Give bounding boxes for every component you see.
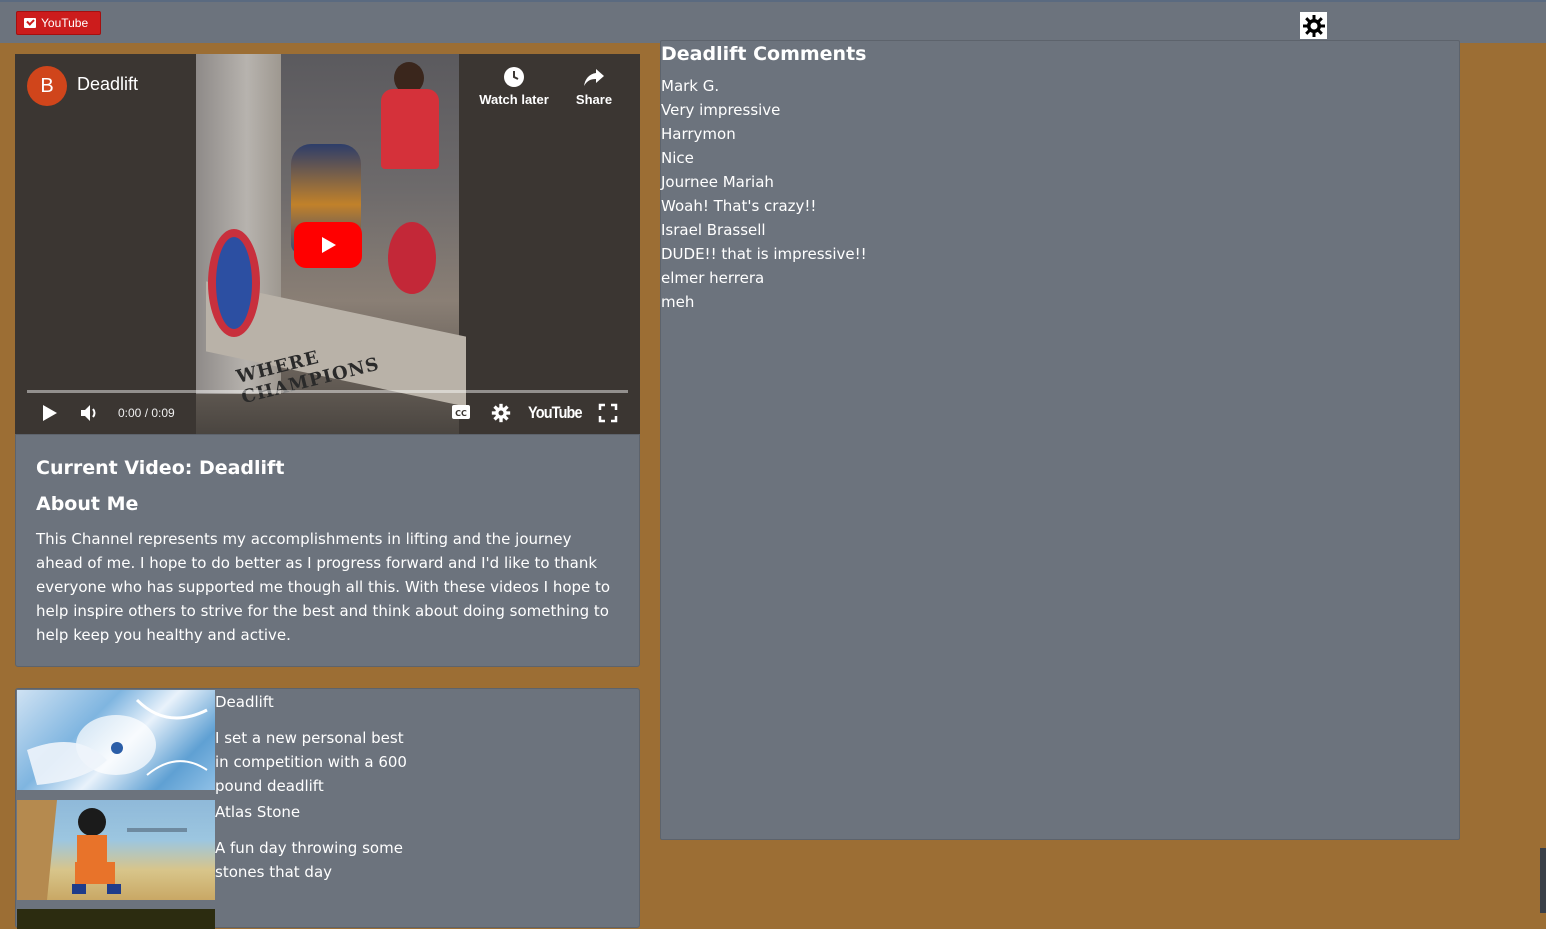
channel-avatar[interactable]: B [27, 66, 67, 106]
progress-bar[interactable] [27, 390, 628, 393]
share-label: Share [575, 92, 613, 107]
playlist-thumbnail[interactable] [17, 800, 215, 900]
current-video-title: Current Video: Deadlift [36, 457, 285, 479]
weight-plate-right [388, 222, 436, 294]
clock-icon [504, 67, 524, 87]
player-settings-button[interactable] [491, 403, 511, 427]
svg-text:CC: CC [455, 409, 467, 418]
captions-button[interactable]: CC [451, 403, 471, 425]
play-button[interactable] [41, 403, 59, 427]
playlist-item-title[interactable]: Deadlift [215, 693, 274, 711]
gear-icon [491, 403, 511, 423]
watch-later-button[interactable]: Watch later [474, 66, 554, 107]
volume-icon [81, 405, 96, 421]
character-graphic [17, 800, 187, 900]
checkbox-icon [24, 18, 36, 28]
scrollbar[interactable] [1540, 848, 1546, 913]
comment-author: Israel Brassell [661, 221, 766, 239]
comment-text: DUDE!! that is impressive!! [661, 245, 867, 263]
about-text: This Channel represents my accomplishmen… [36, 530, 611, 644]
video-info-panel: Current Video: Deadlift About Me This Ch… [15, 434, 640, 667]
fullscreen-icon [598, 403, 618, 423]
play-icon [322, 237, 336, 253]
play-icon [43, 405, 57, 421]
playlist-thumbnail[interactable] [17, 690, 215, 790]
video-playlist: Deadlift I set a new personal best in co… [15, 688, 640, 929]
share-icon [584, 69, 604, 86]
volume-button[interactable] [79, 403, 101, 427]
comment-text: meh [661, 293, 695, 311]
captions-icon: CC [452, 405, 470, 419]
settings-button[interactable] [1300, 12, 1327, 39]
playlist-item-title[interactable]: Atlas Stone [215, 803, 300, 821]
comments-heading: Deadlift Comments [661, 43, 867, 65]
youtube-logo-button[interactable]: YouTube [16, 11, 101, 35]
comment-author: Journee Mariah [661, 173, 774, 191]
comment-author: elmer herrera [661, 269, 765, 287]
youtube-wordmark-button[interactable]: YouTube [528, 403, 583, 423]
playlist-item-description: A fun day throwing some stones that day [215, 839, 403, 881]
energy-burst-graphic [27, 698, 208, 785]
comment-author: Harrymon [661, 125, 736, 143]
comment-text: Woah! That's crazy!! [661, 197, 817, 215]
top-bar: YouTube [0, 0, 1546, 43]
fullscreen-button[interactable] [598, 403, 618, 427]
youtube-logo-label: YouTube [41, 16, 89, 30]
video-title[interactable]: Deadlift [77, 74, 138, 95]
share-button[interactable]: Share [554, 66, 634, 107]
comments-list: Mark G. Very impressive Harrymon Nice Jo… [661, 74, 867, 314]
weight-plate-left [208, 229, 260, 337]
watch-later-label: Watch later [479, 92, 549, 107]
comments-panel: Deadlift Comments Mark G. Very impressiv… [660, 40, 1460, 840]
playlist-thumbnail[interactable] [17, 909, 215, 929]
playlist-item-description: I set a new personal best in competition… [215, 729, 407, 795]
comment-author: Mark G. [661, 77, 720, 95]
about-heading: About Me [36, 493, 139, 515]
time-display: 0:00 / 0:09 [118, 406, 175, 420]
spotter-figure [381, 89, 439, 169]
player-controls: 0:00 / 0:09 CC YouTube [15, 398, 640, 428]
play-button-large[interactable] [294, 222, 362, 268]
gear-icon [1302, 14, 1325, 37]
comment-text: Very impressive [661, 101, 781, 119]
video-player[interactable]: WHERE CHAMPIONS B Deadlift Watch later S… [15, 54, 640, 434]
comment-text: Nice [661, 149, 694, 167]
